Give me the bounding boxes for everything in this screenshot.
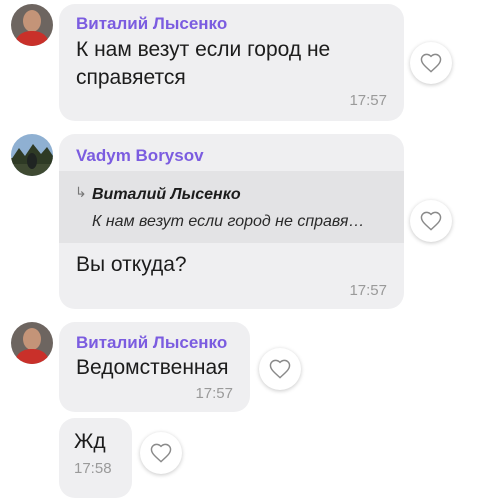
avatar-vitaliy[interactable] [11, 322, 53, 364]
message-bubble[interactable]: Vadym Borysov ↳ Виталий Лысенко К нам ве… [59, 134, 404, 309]
message-time: 17:57 [349, 282, 387, 299]
message-time: 17:57 [349, 92, 387, 109]
message-text-line: Вы откуда? [76, 253, 187, 276]
quote-text: К нам везут если город не справя… [92, 213, 365, 230]
avatar-vitaliy[interactable] [11, 4, 53, 46]
message-bubble[interactable]: Жд 17:58 [59, 418, 132, 498]
message-text-line: Жд [74, 430, 106, 453]
message-bubble[interactable]: Виталий Лысенко К нам везут если город н… [59, 4, 404, 121]
heart-outline-icon [420, 53, 442, 73]
sender-name[interactable]: Виталий Лысенко [76, 333, 227, 353]
heart-outline-icon [420, 211, 442, 231]
message-text-line: К нам везут если город не [76, 38, 331, 61]
heart-outline-icon [150, 443, 172, 463]
like-button[interactable] [140, 432, 182, 474]
sender-name[interactable]: Виталий Лысенко [76, 14, 227, 34]
avatar-vadym[interactable] [11, 134, 53, 176]
message-text-line: Ведомственная [76, 356, 229, 379]
quote-sender: Виталий Лысенко [92, 186, 241, 203]
heart-outline-icon [269, 359, 291, 379]
message-text-line: справяется [76, 66, 186, 89]
reply-quote[interactable]: ↳ Виталий Лысенко К нам везут если город… [59, 171, 404, 243]
like-button[interactable] [410, 200, 452, 242]
message-bubble[interactable]: Виталий Лысенко Ведомственная 17:57 [59, 322, 250, 412]
sender-name[interactable]: Vadym Borysov [76, 146, 204, 166]
reply-arrow-icon: ↳ [75, 184, 87, 200]
message-time: 17:57 [195, 385, 233, 402]
like-button[interactable] [410, 42, 452, 84]
like-button[interactable] [259, 348, 301, 390]
message-time: 17:58 [74, 460, 112, 477]
